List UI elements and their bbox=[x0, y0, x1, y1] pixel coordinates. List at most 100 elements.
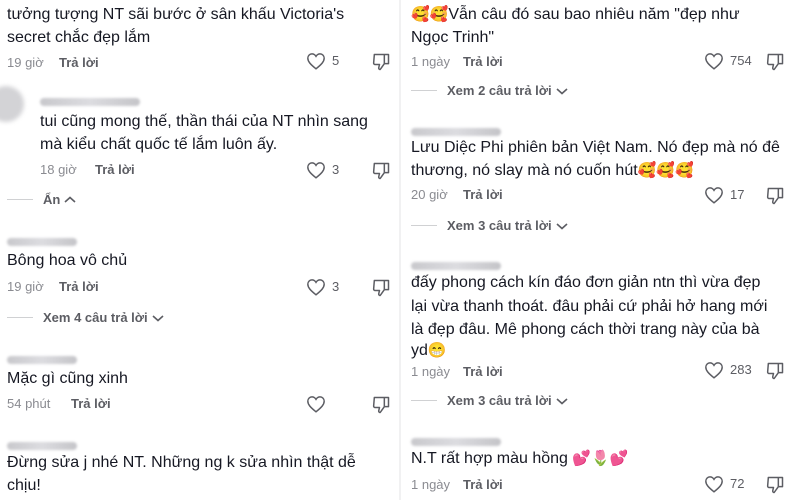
divider-line bbox=[411, 400, 437, 401]
comment-text: chịu! bbox=[7, 477, 41, 494]
comment-time: 1 ngày bbox=[411, 477, 451, 492]
like-count: 17 bbox=[730, 187, 745, 202]
chevron-up-icon bbox=[64, 195, 76, 203]
comment-text: mà kiểu chất quốc tế lắm luôn ấy. bbox=[40, 136, 278, 153]
dislike-button[interactable] bbox=[765, 52, 785, 72]
like-button[interactable]: 3 bbox=[306, 278, 339, 296]
reply-button[interactable]: Trả lời bbox=[463, 54, 503, 70]
username-blurred[interactable] bbox=[411, 438, 501, 446]
comment-time: 1 ngày bbox=[411, 364, 451, 379]
like-button[interactable] bbox=[306, 395, 326, 413]
username-blurred[interactable] bbox=[411, 262, 501, 270]
dislike-button[interactable] bbox=[765, 361, 785, 381]
reply-button[interactable]: Trả lời bbox=[59, 55, 99, 71]
comment-text: là đẹp đâu. Mê phong cách thời trang này… bbox=[411, 321, 760, 338]
hide-replies-button[interactable]: Ẩn bbox=[7, 192, 77, 207]
emoji: 🥰🥰🥰 bbox=[637, 162, 694, 179]
chevron-down-icon bbox=[152, 314, 164, 322]
username-blurred[interactable] bbox=[40, 98, 140, 106]
view-replies-label: Xem 2 câu trả lời bbox=[447, 83, 552, 98]
comment-text: tưởng tượng NT sãi bước ở sân khấu Victo… bbox=[7, 6, 345, 23]
chevron-down-icon bbox=[556, 87, 568, 95]
comment-text-line: N.T rất hợp màu hồng bbox=[411, 450, 568, 467]
username-blurred[interactable] bbox=[7, 238, 77, 246]
hide-replies-label: Ẩn bbox=[43, 192, 61, 207]
right-comment-column: 🥰🥰Vẫn câu đó sau bao nhiêu năm "đẹp như … bbox=[402, 0, 800, 500]
view-replies-button[interactable]: Xem 3 câu trả lời bbox=[411, 218, 569, 233]
comment-time: 19 giờ bbox=[7, 279, 44, 294]
divider-line bbox=[7, 199, 33, 200]
view-replies-button[interactable]: Xem 4 câu trả lời bbox=[7, 310, 165, 325]
comment-time: 20 giờ bbox=[411, 187, 448, 202]
left-comment-column: tưởng tượng NT sãi bước ở sân khấu Victo… bbox=[0, 0, 398, 500]
like-button[interactable]: 3 bbox=[306, 161, 339, 179]
username-blurred[interactable] bbox=[7, 442, 77, 450]
thumbs-down-icon bbox=[372, 279, 390, 297]
view-replies-button[interactable]: Xem 3 câu trả lời bbox=[411, 393, 569, 408]
thumbs-down-icon bbox=[766, 53, 784, 71]
comment-text: yd😁 bbox=[411, 340, 447, 362]
reply-button[interactable]: Trả lời bbox=[463, 477, 503, 493]
reply-button[interactable]: Trả lời bbox=[463, 364, 503, 380]
reply-button[interactable]: Trả lời bbox=[71, 396, 111, 412]
dislike-button[interactable] bbox=[371, 395, 391, 415]
divider-line bbox=[7, 317, 33, 318]
chevron-down-icon bbox=[556, 222, 568, 230]
comment-text: thương, nó slay mà nó cuốn hút🥰🥰🥰 bbox=[411, 160, 694, 182]
heart-outline-icon bbox=[307, 162, 325, 179]
comment-text: N.T rất hợp màu hồng 💕🌷💕 bbox=[411, 448, 628, 470]
avatar[interactable] bbox=[0, 86, 24, 122]
comment-time: 1 ngày bbox=[411, 54, 451, 69]
like-button[interactable]: 5 bbox=[306, 52, 339, 70]
dislike-button[interactable] bbox=[765, 475, 785, 495]
comment-text: lại vừa thanh thoát. đâu phải cứ phải hở… bbox=[411, 298, 768, 315]
like-button[interactable]: 283 bbox=[704, 361, 752, 379]
heart-outline-icon bbox=[307, 396, 325, 413]
view-replies-button[interactable]: Xem 2 câu trả lời bbox=[411, 83, 569, 98]
reply-button[interactable]: Trả lời bbox=[95, 162, 135, 178]
reply-button[interactable]: Trả lời bbox=[59, 279, 99, 295]
chevron-down-icon bbox=[556, 397, 568, 405]
thumbs-down-icon bbox=[766, 362, 784, 380]
like-button[interactable]: 17 bbox=[704, 186, 744, 204]
dislike-button[interactable] bbox=[371, 278, 391, 298]
comment-time: 54 phút bbox=[7, 396, 51, 411]
heart-outline-icon bbox=[705, 187, 723, 204]
divider-line bbox=[411, 225, 437, 226]
dislike-button[interactable] bbox=[371, 161, 391, 181]
heart-outline-icon bbox=[705, 53, 723, 70]
username-blurred[interactable] bbox=[7, 356, 77, 364]
reply-button[interactable]: Trả lời bbox=[463, 187, 503, 203]
like-count: 3 bbox=[332, 279, 340, 294]
comment-text: 🥰🥰Vẫn câu đó sau bao nhiêu năm "đẹp như bbox=[411, 4, 740, 26]
comment-text: Bông hoa vô chủ bbox=[7, 252, 128, 269]
username-blurred[interactable] bbox=[411, 128, 501, 136]
like-button[interactable]: 754 bbox=[704, 52, 752, 70]
dislike-button[interactable] bbox=[765, 186, 785, 206]
thumbs-down-icon bbox=[372, 53, 390, 71]
view-replies-label: Xem 3 câu trả lời bbox=[447, 393, 552, 408]
view-replies-label: Xem 3 câu trả lời bbox=[447, 218, 552, 233]
thumbs-down-icon bbox=[372, 396, 390, 414]
comment-time: 19 giờ bbox=[7, 55, 44, 70]
column-divider bbox=[399, 0, 401, 500]
view-replies-label: Xem 4 câu trả lời bbox=[43, 310, 148, 325]
thumbs-down-icon bbox=[766, 476, 784, 494]
like-count: 72 bbox=[730, 476, 745, 491]
like-button[interactable]: 72 bbox=[704, 475, 744, 493]
heart-outline-icon bbox=[705, 362, 723, 379]
comment-text: Ngọc Trinh" bbox=[411, 29, 495, 46]
comment-text: Mặc gì cũng xinh bbox=[7, 370, 128, 387]
comment-text-line: Vẫn câu đó sau bao nhiêu năm "đẹp như bbox=[448, 6, 740, 23]
heart-outline-icon bbox=[705, 476, 723, 493]
like-count: 3 bbox=[332, 162, 340, 177]
divider-line bbox=[411, 90, 437, 91]
emoji: 💕🌷💕 bbox=[572, 450, 629, 467]
dislike-button[interactable] bbox=[371, 52, 391, 72]
comment-text: tui cũng mong thế, thần thái của NT nhìn… bbox=[40, 113, 368, 130]
comment-text: Đừng sửa j nhé NT. Những ng k sửa nhìn t… bbox=[7, 454, 356, 471]
comment-time: 18 giờ bbox=[40, 162, 77, 177]
comment-text-line: thương, nó slay mà nó cuốn hút bbox=[411, 162, 638, 179]
thumbs-down-icon bbox=[372, 162, 390, 180]
comment-text: secret chắc đẹp lắm bbox=[7, 29, 151, 46]
